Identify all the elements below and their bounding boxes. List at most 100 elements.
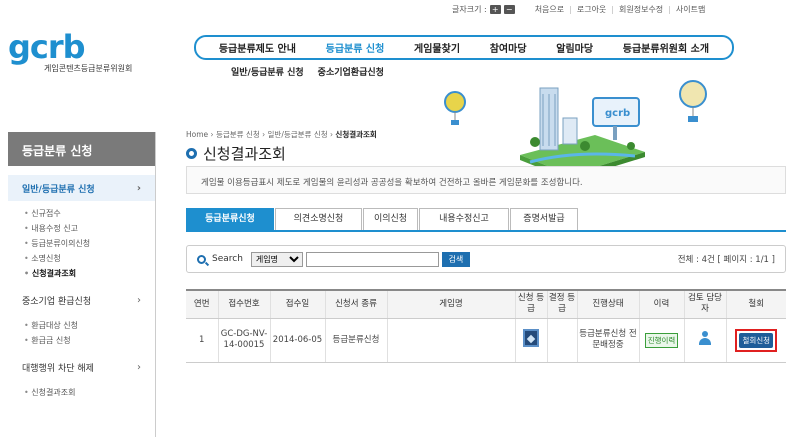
page-title-text: 신청결과조회 [203,145,286,163]
gnb-item-rating-apply[interactable]: 등급분류 신청 [326,40,385,55]
search-icon [197,254,206,264]
search-field-select[interactable]: 게임명 [250,251,303,267]
cell-reviewer [683,318,726,363]
sidebar-sub-list: 신규접수 내용수정 신고 등급분류이의신청 소명신청 신청결과조회 [8,201,155,287]
sidebar-menu: 일반/등급분류 신청 › 신규접수 내용수정 신고 등급분류이의신청 소명신청 … [8,166,155,406]
site-logo[interactable]: gcrb 게임콘텐츠등급분류위원회 [8,28,163,73]
home-link[interactable]: 처음으로 [535,4,564,15]
gnb-item-participation[interactable]: 참여마당 [490,40,527,55]
gnb-item-rating-guide[interactable]: 등급분류제도 안내 [219,40,296,55]
breadcrumb-item[interactable]: 일반/등급분류 신청 [268,130,328,139]
subnav-item-refund[interactable]: 중소기업환급신청 [318,65,384,78]
table-header-row: 연번 접수번호 접수일 신청서 종류 게임명 신청 등급 결정 등급 진행상태 … [186,289,786,319]
cell-form-type: 등급분류신청 [324,318,387,363]
logout-link[interactable]: 로그아웃 [577,4,606,15]
utility-bar: 글자크기 : + − 처음으로 | 로그아웃 | 회원정보수정 | 사이트맵 [452,3,705,15]
logo-subtitle: 게임콘텐츠등급분류위원회 [44,64,133,73]
sidebar-sub-list: 신청결과조회 [8,380,155,406]
font-size-label: 글자크기 : [452,4,487,14]
sidebar: 등급분류 신청 일반/등급분류 신청 › 신규접수 내용수정 신고 등급분류이의… [8,132,156,437]
search-box: Search 게임명 검색 전체 : 4건 [ 페이지 : 1/1 ] [186,245,786,273]
search-label: Search [197,254,243,264]
history-button[interactable]: 진행이력 [644,332,679,348]
balloon-icon [679,80,707,108]
cell-date: 2014-06-05 [269,318,325,363]
search-input[interactable] [305,251,439,267]
col-requested-rating: 신청 등급 [514,289,547,319]
sidebar-subitem-explanation[interactable]: 소명신청 [24,251,155,266]
intro-box: 게임물 이용등급표시 제도로 게임물의 윤리성과 공공성을 확보하여 건전하고 … [186,166,786,194]
page-title: 신청결과조회 [186,143,286,164]
col-receipt-no: 접수번호 [217,289,270,319]
gnb-item-game-search[interactable]: 게임물찾기 [414,40,460,55]
font-decrease-button[interactable]: − [503,4,515,14]
global-nav: 등급분류제도 안내 등급분류 신청 게임물찾기 참여마당 알림마당 등급분류위원… [194,35,734,60]
table-row: 1 GC-DG-NV-14-00015 2014-06-05 등급분류신청 등급… [186,318,786,363]
sidebar-subitem-objection[interactable]: 등급분류이의신청 [24,236,155,251]
sub-nav: 일반/등급분류 신청 중소기업환급신청 [231,65,384,78]
sidebar-item-agent-unblock[interactable]: 대행행위 차단 해제 › [8,354,155,380]
col-reviewer: 검토 담당자 [683,289,726,319]
logo-mark: gcrb [8,28,86,66]
cell-status: 등급분류신청 전문배정중 [576,318,639,363]
sidebar-item-label: 일반/등급분류 신청 [22,184,95,195]
divider: | [569,4,572,14]
edit-profile-link[interactable]: 회원정보수정 [619,4,663,15]
breadcrumb-current: 신청결과조회 [335,130,377,139]
cell-receipt-no: GC-DG-NV-14-00015 [217,318,270,363]
sitemap-link[interactable]: 사이트맵 [676,4,705,15]
reviewer-user-icon[interactable] [697,331,713,345]
divider: | [668,4,671,14]
sidebar-subitem-new[interactable]: 신규접수 [24,206,155,221]
tab-objection[interactable]: 이의신청 [363,208,418,230]
chevron-right-icon: › [137,361,141,373]
breadcrumb: Home › 등급분류 신청 › 일반/등급분류 신청 › 신청결과조회 [186,130,377,139]
results-table: 연번 접수번호 접수일 신청서 종류 게임명 신청 등급 결정 등급 진행상태 … [186,289,786,363]
hero-illustration: gcrb [444,80,707,180]
cell-requested-rating [514,318,547,363]
tab-certificate[interactable]: 증명서발급 [510,208,578,230]
result-count: 전체 : 4건 [ 페이지 : 1/1 ] [677,255,775,265]
subnav-item-general[interactable]: 일반/등급분류 신청 [231,65,304,78]
gnb-item-notices[interactable]: 알림마당 [556,40,593,55]
chevron-right-icon: › [136,182,141,194]
cell-game-name [386,318,515,363]
balloon-icon [444,91,466,113]
cell-no: 1 [186,318,218,363]
sidebar-item-label: 대행행위 차단 해제 [22,363,94,374]
sidebar-subitem-refund-target[interactable]: 환급대상 신청 [24,318,155,333]
tab-opinion[interactable]: 의견소명신청 [275,208,362,230]
col-form-type: 신청서 종류 [324,289,387,319]
sidebar-item-sme-refund[interactable]: 중소기업 환급신청 › [8,287,155,313]
highlight-box: 철회신청 [735,328,778,352]
breadcrumb-home[interactable]: Home [186,130,208,139]
sidebar-sub-list: 환급대상 신청 환급금 신청 [8,313,155,354]
tab-content-edit[interactable]: 내용수정신고 [419,208,509,230]
sidebar-subitem-result[interactable]: 신청결과조회 [24,266,155,281]
sidebar-title: 등급분류 신청 [8,132,155,166]
sidebar-subitem-unblock-result[interactable]: 신청결과조회 [24,385,155,400]
svg-text:gcrb: gcrb [605,108,630,119]
breadcrumb-item[interactable]: 등급분류 신청 [216,130,260,139]
tab-rating-apply[interactable]: 등급분류신청 [186,208,274,230]
cell-withdraw: 철회신청 [725,318,786,363]
divider: | [611,4,614,14]
col-no: 연번 [186,289,218,319]
sidebar-item-general-apply[interactable]: 일반/등급분류 신청 › [8,175,155,201]
col-history: 이력 [638,289,684,319]
col-status: 진행상태 [576,289,639,319]
col-decided-rating: 결정 등급 [546,289,577,319]
cell-history: 진행이력 [638,318,684,363]
withdraw-button[interactable]: 철회신청 [739,332,774,348]
chevron-right-icon: › [137,294,141,306]
sidebar-subitem-refund-money[interactable]: 환급금 신청 [24,333,155,348]
cell-decided-rating [546,318,577,363]
font-increase-button[interactable]: + [489,4,501,14]
col-withdraw: 철회 [725,289,786,319]
col-game-name: 게임명 [386,289,515,319]
gnb-item-committee-intro[interactable]: 등급분류위원회 소개 [623,40,709,55]
sidebar-subitem-content-edit[interactable]: 내용수정 신고 [24,221,155,236]
search-button[interactable]: 검색 [441,251,470,267]
col-date: 접수일 [269,289,325,319]
rating-badge-icon [523,329,539,347]
